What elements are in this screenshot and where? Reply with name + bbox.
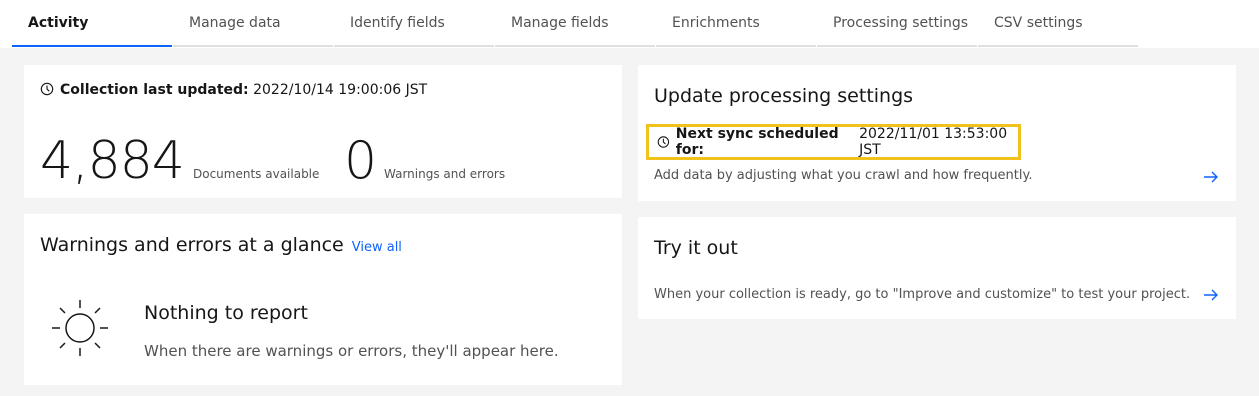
empty-title: Nothing to report	[144, 302, 308, 324]
collection-updated-label: Collection last updated:	[60, 82, 249, 98]
collection-summary-card: Collection last updated: 2022/10/14 19:0…	[24, 65, 622, 198]
tab-label: Identify fields	[350, 14, 445, 31]
tab-label: Manage data	[189, 14, 281, 31]
processing-card[interactable]: Update processing settings Next sync sch…	[638, 65, 1236, 201]
tab-label: Manage fields	[511, 14, 609, 31]
tab-label: Processing settings	[833, 14, 969, 31]
next-sync-box: Next sync scheduled for: 2022/11/01 13:5…	[646, 124, 1021, 160]
collection-updated-value: 2022/10/14 19:00:06 JST	[253, 82, 428, 98]
try-it-out-card[interactable]: Try it out When your collection is ready…	[638, 217, 1236, 319]
tab-activity[interactable]: Activity	[12, 0, 172, 47]
next-sync-value: 2022/11/01 13:53:00 JST	[859, 126, 1008, 158]
view-all-link[interactable]: View all	[352, 240, 402, 255]
collection-updated: Collection last updated: 2022/10/14 19:0…	[40, 82, 427, 98]
tab-enrichments[interactable]: Enrichments	[656, 0, 816, 47]
tab-manage-fields[interactable]: Manage fields	[495, 0, 655, 47]
warnings-card: Warnings and errors at a glance View all…	[24, 214, 622, 385]
clock-icon	[40, 82, 54, 96]
warnings-title: Warnings and errors at a glance	[40, 234, 344, 256]
tab-identify-fields[interactable]: Identify fields	[334, 0, 494, 47]
tab-label: Enrichments	[672, 14, 760, 31]
warnings-count: 0	[344, 131, 377, 191]
documents-caption: Documents available	[193, 167, 320, 181]
tab-label: CSV settings	[994, 14, 1083, 31]
next-sync-label: Next sync scheduled for:	[675, 126, 839, 158]
warnings-caption: Warnings and errors	[384, 167, 506, 181]
sun-icon	[52, 300, 108, 356]
try-it-description: When your collection is ready, go to "Im…	[654, 287, 1191, 302]
arrow-right-icon[interactable]	[1203, 169, 1219, 185]
tab-label: Activity	[28, 14, 89, 31]
documents-count: 4,884	[40, 131, 185, 191]
tab-manage-data[interactable]: Manage data	[173, 0, 333, 47]
tab-bar: Activity Manage data Identify fields Man…	[0, 0, 1259, 48]
clock-icon	[657, 136, 670, 148]
tab-processing-settings[interactable]: Processing settings	[817, 0, 977, 47]
try-it-title: Try it out	[654, 237, 738, 259]
empty-message: When there are warnings or errors, they'…	[144, 342, 559, 360]
tab-csv-settings[interactable]: CSV settings	[978, 0, 1138, 47]
arrow-right-icon[interactable]	[1203, 287, 1219, 303]
processing-description: Add data by adjusting what you crawl and…	[654, 168, 1033, 183]
processing-title: Update processing settings	[654, 85, 914, 107]
